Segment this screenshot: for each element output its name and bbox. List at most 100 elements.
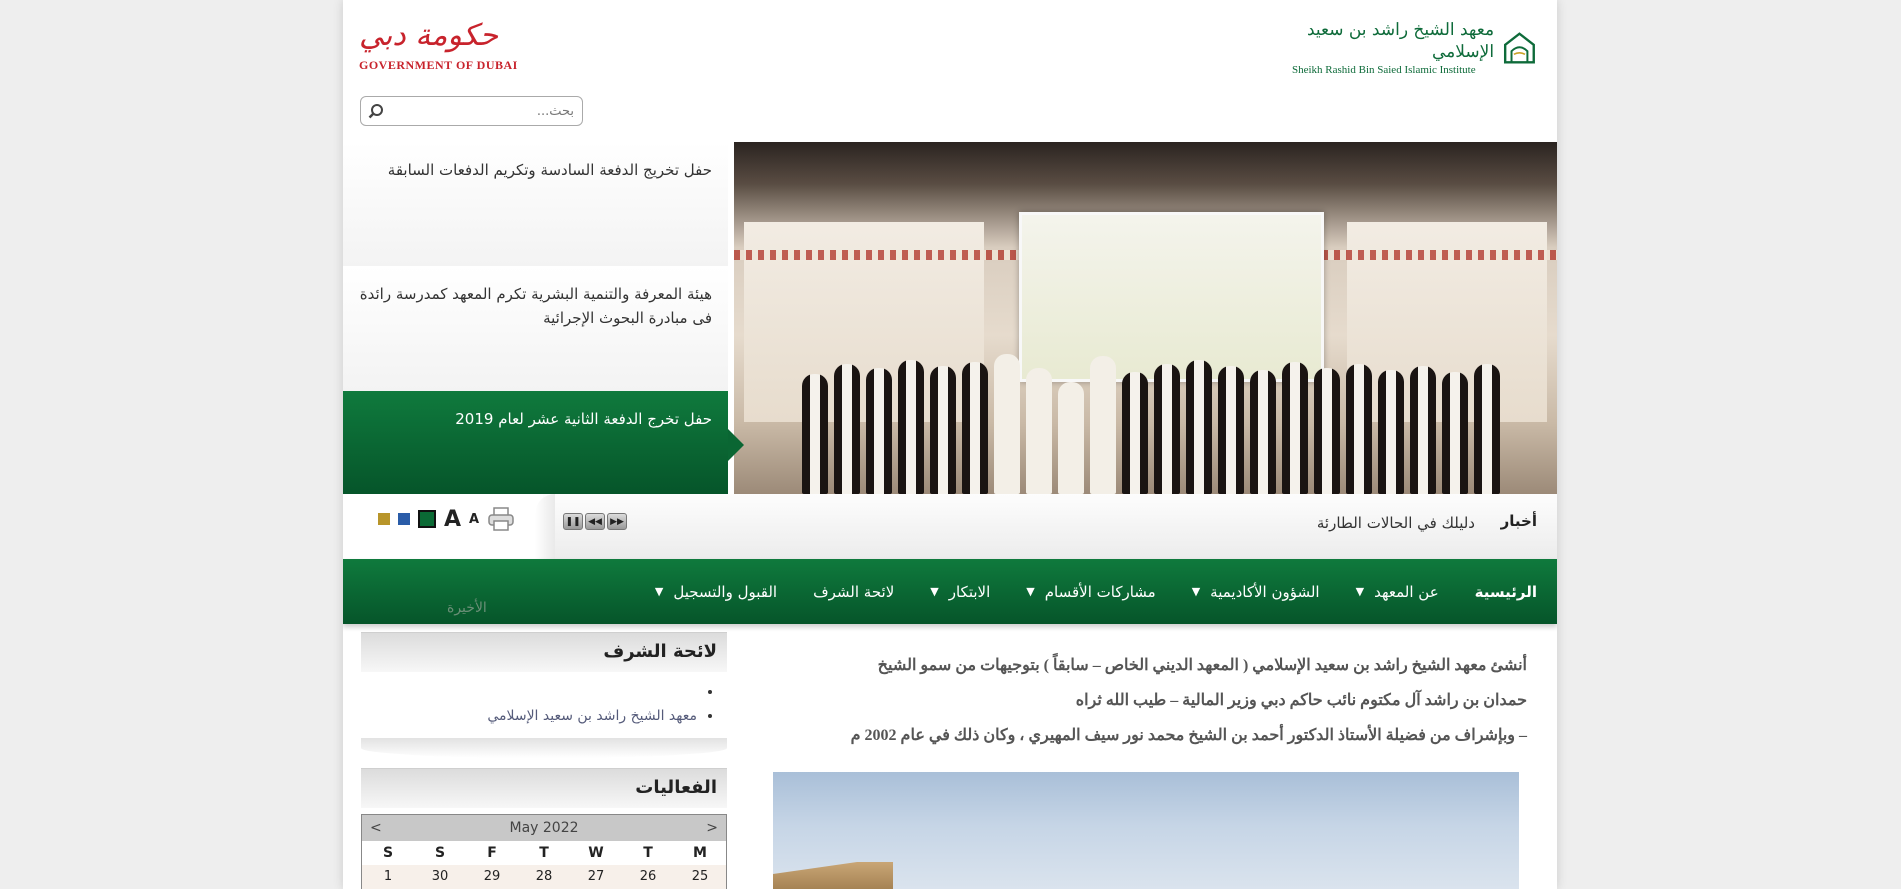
government-of-dubai-logo[interactable]: حكومة دبي GOVERNMENT OF DUBAI <box>359 14 519 84</box>
page: معهد الشيخ راشد بن سعيد الإسلامي Sheikh … <box>343 0 1557 889</box>
accessibility-tools: A A <box>378 506 515 532</box>
intro-line: حمدان بن راشد آل مكتوم نائب حاكم دبي وزي… <box>1075 692 1527 709</box>
font-increase-button[interactable]: A <box>444 507 461 532</box>
nav-item-label: القبول والتسجيل <box>673 582 778 601</box>
dropdown-arrow-icon: ▼ <box>1191 585 1201 598</box>
calendar-date[interactable]: 28 <box>518 865 570 889</box>
nav-item-admission[interactable]: القبول والتسجيل ▼ <box>637 559 795 624</box>
news-item[interactable]: حفل تخريج الدفعة السادسة وتكريم الدفعات … <box>343 142 728 266</box>
weekday-label: F <box>487 845 497 861</box>
graduate-figure <box>897 360 924 494</box>
graduate-figure <box>929 366 956 494</box>
list-item: معهد الشيخ راشد بن سعيد الإسلامي <box>361 704 697 728</box>
calendar-month: May 2022 <box>509 820 579 836</box>
nav-item-home[interactable]: الرئيسية <box>1457 559 1557 624</box>
graduate-figure <box>1153 364 1180 494</box>
nav-item-label: الابتكار <box>948 582 991 601</box>
weekday-label: T <box>643 845 653 861</box>
calendar-date[interactable]: 29 <box>466 865 518 889</box>
widget-shadow <box>361 738 727 758</box>
events-calendar: < May 2022 > S S F T W T M 1 30 29 28 27… <box>361 814 727 889</box>
intro-line: – وبإشراف من فضيلة الأستاذ الدكتور أحمد … <box>850 727 1527 744</box>
calendar-prev-button[interactable]: < <box>370 820 382 836</box>
news-ticker: أخبار دليلك في الحالات الطارئة ❚❚ ◀◀ ▶▶ <box>535 494 1557 559</box>
institute-building-image <box>773 772 1519 889</box>
graduate-figure <box>1121 372 1148 494</box>
guest-figure <box>993 354 1020 494</box>
dropdown-arrow-icon: ▼ <box>930 585 939 598</box>
list-item <box>361 680 697 704</box>
dropdown-arrow-icon: ▼ <box>1355 585 1365 598</box>
calendar-date[interactable]: 1 <box>362 865 414 889</box>
forward-icon[interactable]: ▶▶ <box>607 513 627 530</box>
font-decrease-button[interactable]: A <box>469 512 479 527</box>
main-nav: الرئيسية عن المعهد ▼ الشؤون الأكاديمية ▼… <box>343 559 1557 624</box>
nav-item-label: عن المعهد <box>1374 582 1439 601</box>
calendar-header: < May 2022 > <box>362 815 726 841</box>
hero-image[interactable] <box>734 142 1557 494</box>
search-input[interactable] <box>387 98 582 124</box>
calendar-date[interactable]: 30 <box>414 865 466 889</box>
nav-item-label: مشاركات الأقسام <box>1044 582 1156 601</box>
honor-list: معهد الشيخ راشد بن سعيد الإسلامي <box>361 680 697 728</box>
ticker-bar: A A أخبار دليلك في الحالات الطارئة ❚❚ ◀◀… <box>343 494 1557 559</box>
ticker-text[interactable]: دليلك في الحالات الطارئة <box>1317 514 1475 532</box>
search-icon[interactable] <box>365 100 387 122</box>
print-icon[interactable] <box>487 506 515 532</box>
theme-blue-button[interactable] <box>398 513 410 525</box>
calendar-date[interactable]: 27 <box>570 865 622 889</box>
graduate-figure <box>1313 368 1340 494</box>
gov-name-ar: حكومة دبي <box>359 18 499 53</box>
widget-title: لائحة الشرف <box>361 632 727 672</box>
nav-item-about[interactable]: عن المعهد ▼ <box>1338 559 1457 624</box>
graduate-figure <box>1217 366 1244 494</box>
calendar-dates: 1 30 29 28 27 26 25 <box>362 865 726 889</box>
graduate-figure <box>1409 366 1436 494</box>
news-item-active[interactable]: حفل تخرج الدفعة الثانية عشر لعام 2019 <box>343 391 744 494</box>
nav-item-label: الشؤون الأكاديمية <box>1210 582 1320 601</box>
graduate-figure <box>1281 362 1308 494</box>
nav-item-academic[interactable]: الشؤون الأكاديمية ▼ <box>1174 559 1338 624</box>
institute-emblem-icon <box>1504 31 1536 63</box>
intro-line: أنشئ معهد الشيخ راشد بن سعيد الإسلامي ( … <box>877 657 1527 674</box>
calendar-date[interactable]: 25 <box>674 865 726 889</box>
nav-item-honor-list[interactable]: لائحة الشرف <box>795 559 912 624</box>
graduate-figure <box>1249 370 1276 494</box>
institute-name-en: Sheikh Rashid Bin Saied Islamic Institut… <box>1292 63 1476 76</box>
hero-slider: حفل تخريج الدفعة السادسة وتكريم الدفعات … <box>343 142 1557 494</box>
events-widget: الفعاليات < May 2022 > S S F T W T M 1 3… <box>361 768 727 889</box>
weekday-label: T <box>539 845 549 861</box>
institute-logo[interactable]: معهد الشيخ راشد بن سعيد الإسلامي Sheikh … <box>1292 19 1537 76</box>
calendar-next-button[interactable]: > <box>706 820 718 836</box>
nav-item-departments[interactable]: مشاركات الأقسام ▼ <box>1008 559 1173 624</box>
graduate-figure <box>1185 360 1212 494</box>
institute-name-ar: معهد الشيخ راشد بن سعيد الإسلامي <box>1306 19 1495 62</box>
honor-list-widget: لائحة الشرف معهد الشيخ راشد بن سعيد الإس… <box>361 632 727 758</box>
weekday-label: W <box>588 845 604 861</box>
guest-figure <box>1089 356 1116 494</box>
honor-link[interactable]: معهد الشيخ راشد بن سعيد الإسلامي <box>487 708 697 724</box>
theme-gold-button[interactable] <box>378 513 390 525</box>
gov-name-en: GOVERNMENT OF DUBAI <box>359 58 518 72</box>
ticker-controls: ❚❚ ◀◀ ▶▶ <box>563 513 627 530</box>
widget-title: الفعاليات <box>361 768 727 808</box>
calendar-date[interactable]: 26 <box>622 865 674 889</box>
theme-green-button[interactable] <box>418 510 436 528</box>
widget-body: معهد الشيخ راشد بن سعيد الإسلامي <box>361 672 727 738</box>
guest-figure <box>1025 368 1052 494</box>
guest-figure <box>1057 382 1084 494</box>
rewind-icon[interactable]: ◀◀ <box>585 513 605 530</box>
nav-overflow-label: الأخيرة <box>447 600 487 616</box>
graduate-figure <box>1377 370 1404 494</box>
sidebar: لائحة الشرف معهد الشيخ راشد بن سعيد الإس… <box>361 632 727 889</box>
intro-text: أنشئ معهد الشيخ راشد بن سعيد الإسلامي ( … <box>767 648 1527 753</box>
pause-icon[interactable]: ❚❚ <box>563 513 583 530</box>
weekday-label: S <box>382 845 394 861</box>
graduate-figure <box>1345 364 1372 494</box>
nav-item-innovation[interactable]: الابتكار ▼ <box>912 559 1008 624</box>
ticker-label: أخبار <box>1500 512 1537 530</box>
news-item[interactable]: هيئة المعرفة والتنمية البشرية تكرم المعه… <box>343 266 728 391</box>
nav-item-label: لائحة الشرف <box>813 582 895 601</box>
search-box <box>360 96 583 126</box>
nav-item-label: الرئيسية <box>1474 582 1537 601</box>
